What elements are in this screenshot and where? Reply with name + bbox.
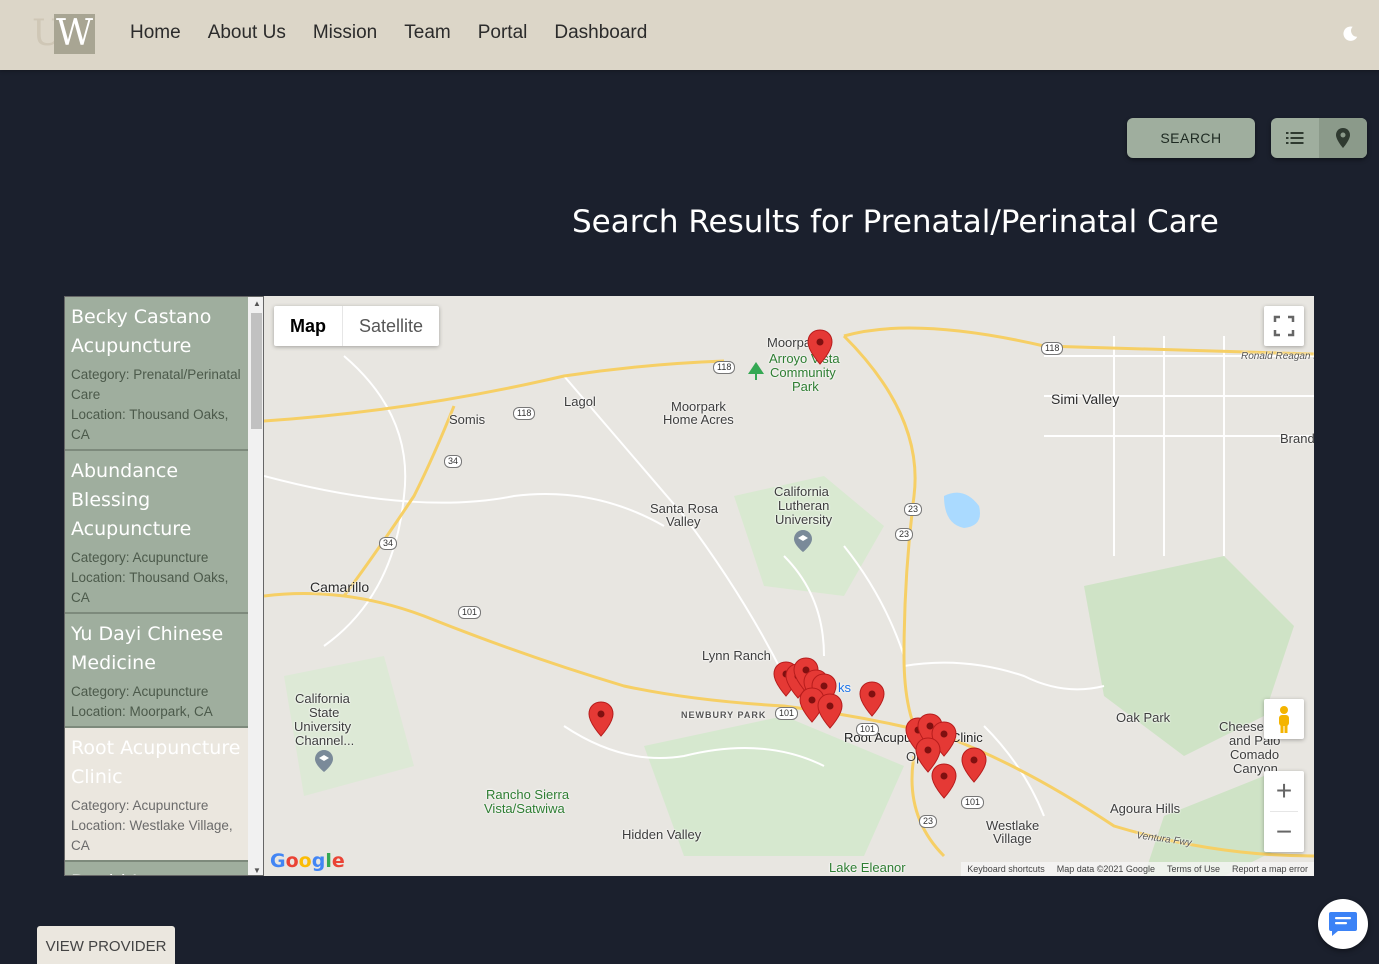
map-attribution: Keyboard shortcuts Map data ©2021 Google… <box>961 862 1314 876</box>
provider-item[interactable]: Abundance Blessing Acupuncture Category:… <box>65 451 248 614</box>
zoom-control: + − <box>1264 771 1304 852</box>
zoom-out-button[interactable]: − <box>1264 812 1304 852</box>
view-toggle <box>1271 118 1367 158</box>
nav-mission[interactable]: Mission <box>313 22 377 44</box>
map-pin-icon <box>1336 128 1350 148</box>
provider-item-selected[interactable]: Root Acupuncture Clinic Category: Acupun… <box>65 728 248 862</box>
nav-dashboard[interactable]: Dashboard <box>554 22 647 44</box>
provider-marker[interactable] <box>807 329 833 365</box>
provider-location: Location: Westlake Village, CA <box>71 818 233 853</box>
list-view-button[interactable] <box>1271 118 1319 158</box>
provider-name: David Lee <box>71 868 242 875</box>
provider-category: Category: Prenatal/Perinatal Care <box>71 367 241 402</box>
provider-marker[interactable] <box>931 763 957 799</box>
map[interactable]: Moorpa Arroyo Vista Community Park Lagol… <box>264 296 1314 876</box>
provider-category: Category: Acupuncture <box>71 684 209 699</box>
nav-links: Home About Us Mission Team Portal Dashbo… <box>130 22 674 44</box>
search-button[interactable]: SEARCH <box>1127 118 1255 158</box>
nav-home[interactable]: Home <box>130 22 181 44</box>
results-title: Search Results for Prenatal/Perinatal Ca… <box>572 204 1219 240</box>
map-type-satellite-button[interactable]: Satellite <box>343 306 439 346</box>
provider-marker[interactable] <box>961 747 987 783</box>
map-markers <box>588 329 987 799</box>
view-provider-button[interactable]: VIEW PROVIDER <box>37 926 175 964</box>
scrollbar-thumb[interactable] <box>251 313 262 429</box>
provider-location: Location: Thousand Oaks, CA <box>71 570 229 605</box>
keyboard-shortcuts-link[interactable]: Keyboard shortcuts <box>961 862 1051 876</box>
list-icon <box>1286 132 1304 144</box>
provider-category: Category: Acupuncture <box>71 550 209 565</box>
provider-item[interactable]: Becky Castano Acupuncture Category: Pren… <box>65 297 248 451</box>
provider-name: Abundance Blessing Acupuncture <box>71 460 192 540</box>
provider-marker[interactable] <box>817 693 843 729</box>
map-type-map-button[interactable]: Map <box>274 306 343 346</box>
provider-location: Location: Thousand Oaks, CA <box>71 407 229 442</box>
map-data-text: Map data ©2021 Google <box>1056 864 1155 874</box>
provider-location: Location: Moorpark, CA <box>71 704 213 719</box>
fullscreen-icon <box>1273 315 1295 337</box>
chat-icon <box>1329 912 1357 936</box>
provider-category: Category: Acupuncture <box>71 798 209 813</box>
provider-list-scroll: Becky Castano Acupuncture Category: Pren… <box>65 297 248 875</box>
map-view-button[interactable] <box>1319 118 1367 158</box>
street-view-pegman-button[interactable] <box>1264 699 1304 739</box>
pegman-icon <box>1279 706 1289 733</box>
provider-list[interactable]: Becky Castano Acupuncture Category: Pren… <box>64 296 264 876</box>
report-error-link[interactable]: Report a map error <box>1226 862 1314 876</box>
chat-button[interactable] <box>1318 899 1368 949</box>
provider-item[interactable]: Yu Dayi Chinese Medicine Category: Acupu… <box>65 614 248 728</box>
nav-about-us[interactable]: About Us <box>208 22 286 44</box>
provider-name: Becky Castano Acupuncture <box>71 306 212 357</box>
provider-name: Yu Dayi Chinese Medicine <box>71 623 224 674</box>
provider-marker[interactable] <box>859 681 885 717</box>
navbar: U W Home About Us Mission Team Portal Da… <box>0 0 1379 70</box>
scroll-down-icon[interactable]: ▼ <box>253 866 261 875</box>
dark-mode-moon-icon[interactable] <box>1341 25 1359 43</box>
provider-item[interactable]: David Lee <box>65 862 248 875</box>
nav-team[interactable]: Team <box>404 22 450 44</box>
fullscreen-button[interactable] <box>1264 306 1304 346</box>
list-scrollbar[interactable]: ▲ ▼ <box>248 297 263 875</box>
nav-portal[interactable]: Portal <box>478 22 528 44</box>
scroll-up-icon[interactable]: ▲ <box>253 299 261 308</box>
map-type-control: Map Satellite <box>274 306 440 346</box>
zoom-in-button[interactable]: + <box>1264 771 1304 811</box>
google-logo[interactable]: Google <box>270 850 345 872</box>
terms-link[interactable]: Terms of Use <box>1161 862 1226 876</box>
site-logo[interactable]: U W <box>32 14 96 54</box>
provider-name: Root Acupuncture Clinic <box>71 737 241 788</box>
provider-marker[interactable] <box>588 701 614 737</box>
